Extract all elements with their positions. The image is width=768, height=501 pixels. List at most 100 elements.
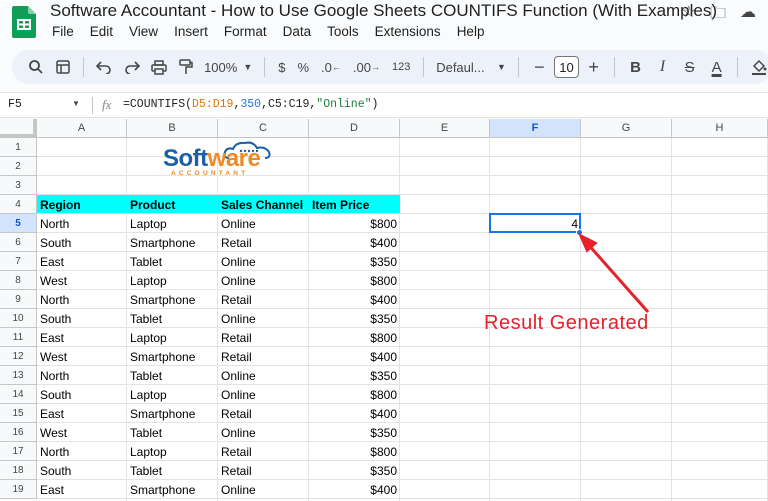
column-header-f[interactable]: F (490, 119, 581, 138)
spreadsheet-grid[interactable]: A B C D E F G H 1 2 3 4 5 6 7 8 9 10 11 12 13 14 15 16 17 18 19 Reg… (0, 119, 768, 501)
row-header-19[interactable]: 19 (0, 480, 37, 499)
menu-file[interactable]: File (44, 24, 82, 39)
cell-sales-channel[interactable]: Retail (218, 461, 309, 480)
cell-item-price[interactable]: $800 (309, 328, 400, 347)
formula-input[interactable]: =COUNTIFS(D5:D19,350,C5:C19,"Online") (123, 98, 378, 111)
column-header-c[interactable]: C (218, 119, 309, 138)
cell-sales-channel[interactable]: Online (218, 214, 309, 233)
cell-region[interactable]: West (37, 271, 127, 290)
select-all-corner[interactable] (0, 119, 37, 138)
undo-icon[interactable] (92, 54, 117, 80)
cell-product[interactable]: Tablet (127, 252, 218, 271)
cloud-status-icon[interactable]: ☁ (740, 2, 756, 29)
row-header-10[interactable]: 10 (0, 309, 37, 328)
cell-item-price[interactable]: $350 (309, 423, 400, 442)
cell-product[interactable]: Laptop (127, 442, 218, 461)
paint-format-icon[interactable] (173, 54, 198, 80)
menu-format[interactable]: Format (216, 24, 275, 39)
column-header-b[interactable]: B (127, 119, 218, 138)
decrease-font-size-button[interactable]: − (527, 54, 552, 80)
menu-tools[interactable]: Tools (319, 24, 367, 39)
cell-region[interactable]: East (37, 252, 127, 271)
cell-product[interactable]: Smartphone (127, 347, 218, 366)
decrease-decimal-button[interactable]: .0 ← (316, 54, 346, 80)
cell-sales-channel[interactable]: Online (218, 385, 309, 404)
increase-decimal-button[interactable]: .00 → (348, 54, 385, 80)
cell-product[interactable]: Tablet (127, 366, 218, 385)
font-select[interactable]: Defaul... ▼ (432, 54, 510, 80)
cell-product[interactable]: Laptop (127, 385, 218, 404)
font-size-input[interactable]: 10 (553, 56, 580, 78)
cell-item-price[interactable]: $800 (309, 385, 400, 404)
cell-product[interactable]: Smartphone (127, 404, 218, 423)
cell-region[interactable]: West (37, 423, 127, 442)
column-header-e[interactable]: E (400, 119, 490, 138)
cell-item-price[interactable]: $400 (309, 290, 400, 309)
cell-region[interactable]: South (37, 233, 127, 252)
row-header-2[interactable]: 2 (0, 157, 37, 176)
cell-item-price[interactable]: $400 (309, 233, 400, 252)
folder-move-icon[interactable]: 🗀 (710, 2, 726, 29)
cell-sales-channel[interactable]: Retail (218, 328, 309, 347)
menu-extensions[interactable]: Extensions (367, 24, 449, 39)
row-header-12[interactable]: 12 (0, 347, 37, 366)
menu-help[interactable]: Help (449, 24, 493, 39)
cell-region[interactable]: East (37, 480, 127, 499)
cell-sales-channel[interactable]: Online (218, 366, 309, 385)
column-header-a[interactable]: A (37, 119, 127, 138)
cell-region[interactable]: East (37, 328, 127, 347)
row-header-4[interactable]: 4 (0, 195, 37, 214)
cell-region[interactable]: South (37, 385, 127, 404)
cell-region[interactable]: West (37, 347, 127, 366)
fill-color-icon[interactable] (746, 54, 768, 80)
header-region[interactable]: Region (37, 195, 127, 214)
cell-product[interactable]: Smartphone (127, 480, 218, 499)
cell-sales-channel[interactable]: Retail (218, 404, 309, 423)
cell-region[interactable]: South (37, 309, 127, 328)
zoom-select[interactable]: 100% ▼ (200, 54, 256, 80)
row-header-9[interactable]: 9 (0, 290, 37, 309)
cell-sales-channel[interactable]: Online (218, 309, 309, 328)
cell-sales-channel[interactable]: Retail (218, 347, 309, 366)
row-header-6[interactable]: 6 (0, 233, 37, 252)
cell-item-price[interactable]: $350 (309, 366, 400, 385)
strikethrough-button[interactable]: S (677, 54, 702, 80)
cell-sales-channel[interactable]: Retail (218, 290, 309, 309)
search-menus-icon[interactable] (23, 54, 48, 80)
header-product[interactable]: Product (127, 195, 218, 214)
row-header-7[interactable]: 7 (0, 252, 37, 271)
row-header-3[interactable]: 3 (0, 176, 37, 195)
cell-item-price[interactable]: $800 (309, 442, 400, 461)
redo-icon[interactable] (119, 54, 144, 80)
menu-insert[interactable]: Insert (166, 24, 216, 39)
increase-font-size-button[interactable]: + (581, 54, 606, 80)
cell-item-price[interactable]: $350 (309, 309, 400, 328)
cell-product[interactable]: Tablet (127, 461, 218, 480)
header-item-price[interactable]: Item Price (309, 195, 400, 214)
fill-handle[interactable] (576, 229, 583, 236)
column-header-g[interactable]: G (581, 119, 672, 138)
currency-format-button[interactable]: $ (273, 54, 290, 80)
row-header-5[interactable]: 5 (0, 214, 37, 233)
bold-button[interactable]: B (623, 54, 648, 80)
sheets-logo-icon[interactable] (12, 6, 36, 38)
column-header-h[interactable]: H (672, 119, 768, 138)
cell-sales-channel[interactable]: Online (218, 271, 309, 290)
row-header-18[interactable]: 18 (0, 461, 37, 480)
cell-item-price[interactable]: $800 (309, 271, 400, 290)
row-header-11[interactable]: 11 (0, 328, 37, 347)
menu-edit[interactable]: Edit (82, 24, 121, 39)
cell-region[interactable]: North (37, 366, 127, 385)
cell-region[interactable]: North (37, 290, 127, 309)
cell-item-price[interactable]: $800 (309, 214, 400, 233)
row-header-8[interactable]: 8 (0, 271, 37, 290)
cell-item-price[interactable]: $400 (309, 404, 400, 423)
cell-item-price[interactable]: $350 (309, 252, 400, 271)
menu-data[interactable]: Data (275, 24, 320, 39)
document-title[interactable]: Software Accountant - How to Use Google … (50, 1, 717, 21)
italic-button[interactable]: I (650, 54, 675, 80)
cell-region[interactable]: South (37, 461, 127, 480)
cell-sales-channel[interactable]: Retail (218, 233, 309, 252)
chevron-down-icon[interactable]: ▼ (72, 99, 80, 108)
cell-region[interactable]: East (37, 404, 127, 423)
